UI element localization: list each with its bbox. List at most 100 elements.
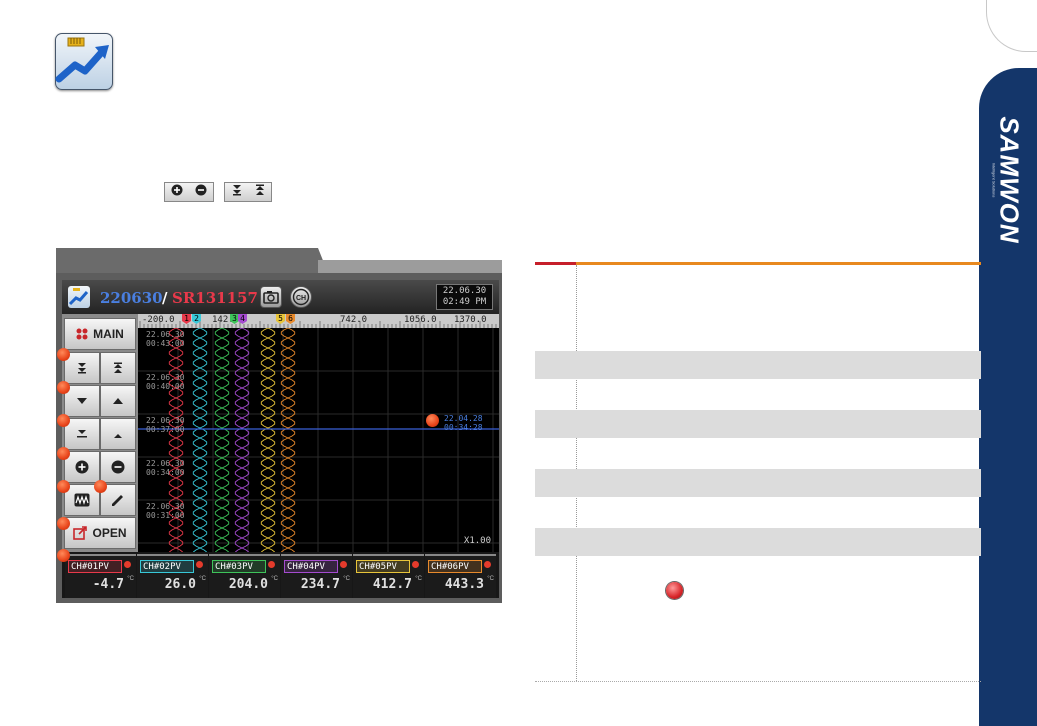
alarm-icon [340, 561, 347, 568]
page-up-button[interactable] [100, 352, 136, 384]
time-label-date: 22.06.30 [146, 330, 185, 339]
trend-app-icon [55, 33, 113, 90]
zoom-in-icon [75, 460, 89, 474]
camera-icon [263, 291, 279, 304]
zoom-out-icon [195, 183, 207, 201]
time-label-time: 00:37:00 [146, 425, 185, 434]
channel-value: -4.7 [92, 577, 124, 592]
recorder-screen: 220630 / SR131157 CH 22.06.30 02:49 PM M… [62, 280, 499, 598]
main-menu-icon [76, 328, 88, 340]
zoom-out-button[interactable] [100, 451, 136, 483]
table-row-shaded [535, 469, 981, 497]
alarm-icon [268, 561, 275, 568]
callout-marker [57, 414, 70, 427]
time-label-time: 00:31:00 [146, 511, 185, 520]
trend-graph[interactable]: -200.0 142.0 742.0 1056.0 1370.0 123456 … [138, 314, 499, 552]
time-label: 22.06.30 00:34:00 [146, 459, 185, 477]
channel-unit: °C [271, 576, 278, 582]
time-label: 22.06.30 00:43:00 [146, 330, 185, 348]
page-up-icon [254, 183, 266, 201]
step-down-icon [77, 430, 87, 438]
device-frame-strip [318, 260, 502, 273]
channel-readout[interactable]: CH#02PV 26.0 °C [137, 554, 208, 598]
clock-time: 02:49 PM [442, 297, 487, 307]
file-title: 220630 [100, 289, 163, 307]
table-row-shaded [535, 410, 981, 438]
callout-marker [426, 414, 439, 427]
cursor-date: 22.04.28 [444, 414, 483, 423]
arrow-down-icon [77, 398, 87, 404]
pencil-icon [112, 495, 123, 506]
channel-value: 234.7 [300, 577, 340, 592]
capture-button[interactable] [260, 286, 282, 308]
page-corner-decoration [986, 0, 1037, 52]
zoom-level: X1.00 [463, 536, 491, 546]
channel-readout[interactable]: CH#05PV 412.7 °C [353, 554, 424, 598]
device-frame-tab [56, 248, 318, 273]
channel-value: 26.0 [164, 577, 196, 592]
channel-icon: CH [292, 288, 310, 306]
channel-tag: CH#02PV [140, 560, 194, 573]
channel-value: 204.0 [228, 577, 268, 592]
main-button[interactable]: MAIN [64, 318, 136, 350]
cursor-time: 00:34:28 [444, 423, 483, 432]
channel-unit: °C [415, 576, 422, 582]
arrow-up-icon [113, 398, 123, 404]
time-label-time: 00:34:00 [146, 468, 185, 477]
time-label-date: 22.06.30 [146, 416, 185, 425]
channel-tag: CH#03PV [212, 560, 266, 573]
channel-unit: °C [487, 576, 494, 582]
brand-subtitle: Intelligent Solutions [991, 162, 997, 198]
channel-readout[interactable]: CH#03PV 204.0 °C [209, 554, 280, 598]
zoom-button-pair [164, 182, 214, 202]
channel-tag: CH#01PV [68, 560, 122, 573]
callout-marker [57, 381, 70, 394]
step-up-icon [114, 434, 122, 438]
channel-readout[interactable]: CH#06PV 443.3 °C [425, 554, 496, 598]
channel-unit: °C [127, 576, 134, 582]
time-label-date: 22.06.30 [146, 459, 185, 468]
channel-readout[interactable]: CH#04PV 234.7 °C [281, 554, 352, 598]
channel-value: 412.7 [372, 577, 412, 592]
page-up-icon [114, 362, 122, 373]
callout-marker [94, 480, 107, 493]
title-separator: / [162, 289, 168, 307]
callout-marker [57, 517, 70, 530]
channel-unit: °C [199, 576, 206, 582]
channel-marker: 2 [192, 314, 201, 324]
alarm-icon [484, 561, 491, 568]
main-button-label: MAIN [93, 327, 124, 341]
channel-marker: 6 [286, 314, 295, 324]
table-row-shaded [535, 528, 981, 556]
callout-marker [57, 549, 70, 562]
zoom-in-icon [171, 183, 183, 201]
scroll-up-button[interactable] [100, 385, 136, 417]
open-file-icon [73, 526, 88, 540]
clock-date: 22.06.30 [442, 286, 487, 296]
channel-marker: 3 [230, 314, 239, 324]
time-label-date: 22.06.30 [146, 502, 185, 511]
left-button-panel: MAIN OPEN [62, 314, 138, 552]
channel-readout[interactable]: CH#01PV -4.7 °C [65, 554, 136, 598]
channel-tag: CH#06PV [428, 560, 482, 573]
step-up-button[interactable] [100, 418, 136, 450]
table-bottom-rule [535, 681, 981, 682]
time-label-date: 22.06.30 [146, 373, 185, 382]
table-top-rule [535, 262, 981, 265]
channel-marker: 1 [182, 314, 191, 324]
zoom-out-icon [111, 460, 125, 474]
alarm-icon [124, 561, 131, 568]
page-down-icon [231, 183, 243, 201]
time-label: 22.06.30 00:31:00 [146, 502, 185, 520]
trend-plot [138, 328, 499, 552]
time-label: 22.06.30 00:37:00 [146, 416, 185, 434]
time-label-time: 00:43:00 [146, 339, 185, 348]
open-button[interactable]: OPEN [64, 517, 136, 549]
trend-app-small-icon [68, 286, 90, 308]
channel-button[interactable]: CH [290, 286, 312, 308]
channel-marker-layer: 12 34 56 [138, 314, 499, 328]
clock-display: 22.06.30 02:49 PM [436, 284, 493, 310]
channel-unit: °C [343, 576, 350, 582]
callout-marker [57, 348, 70, 361]
serial-number: SR131157 [172, 289, 258, 307]
